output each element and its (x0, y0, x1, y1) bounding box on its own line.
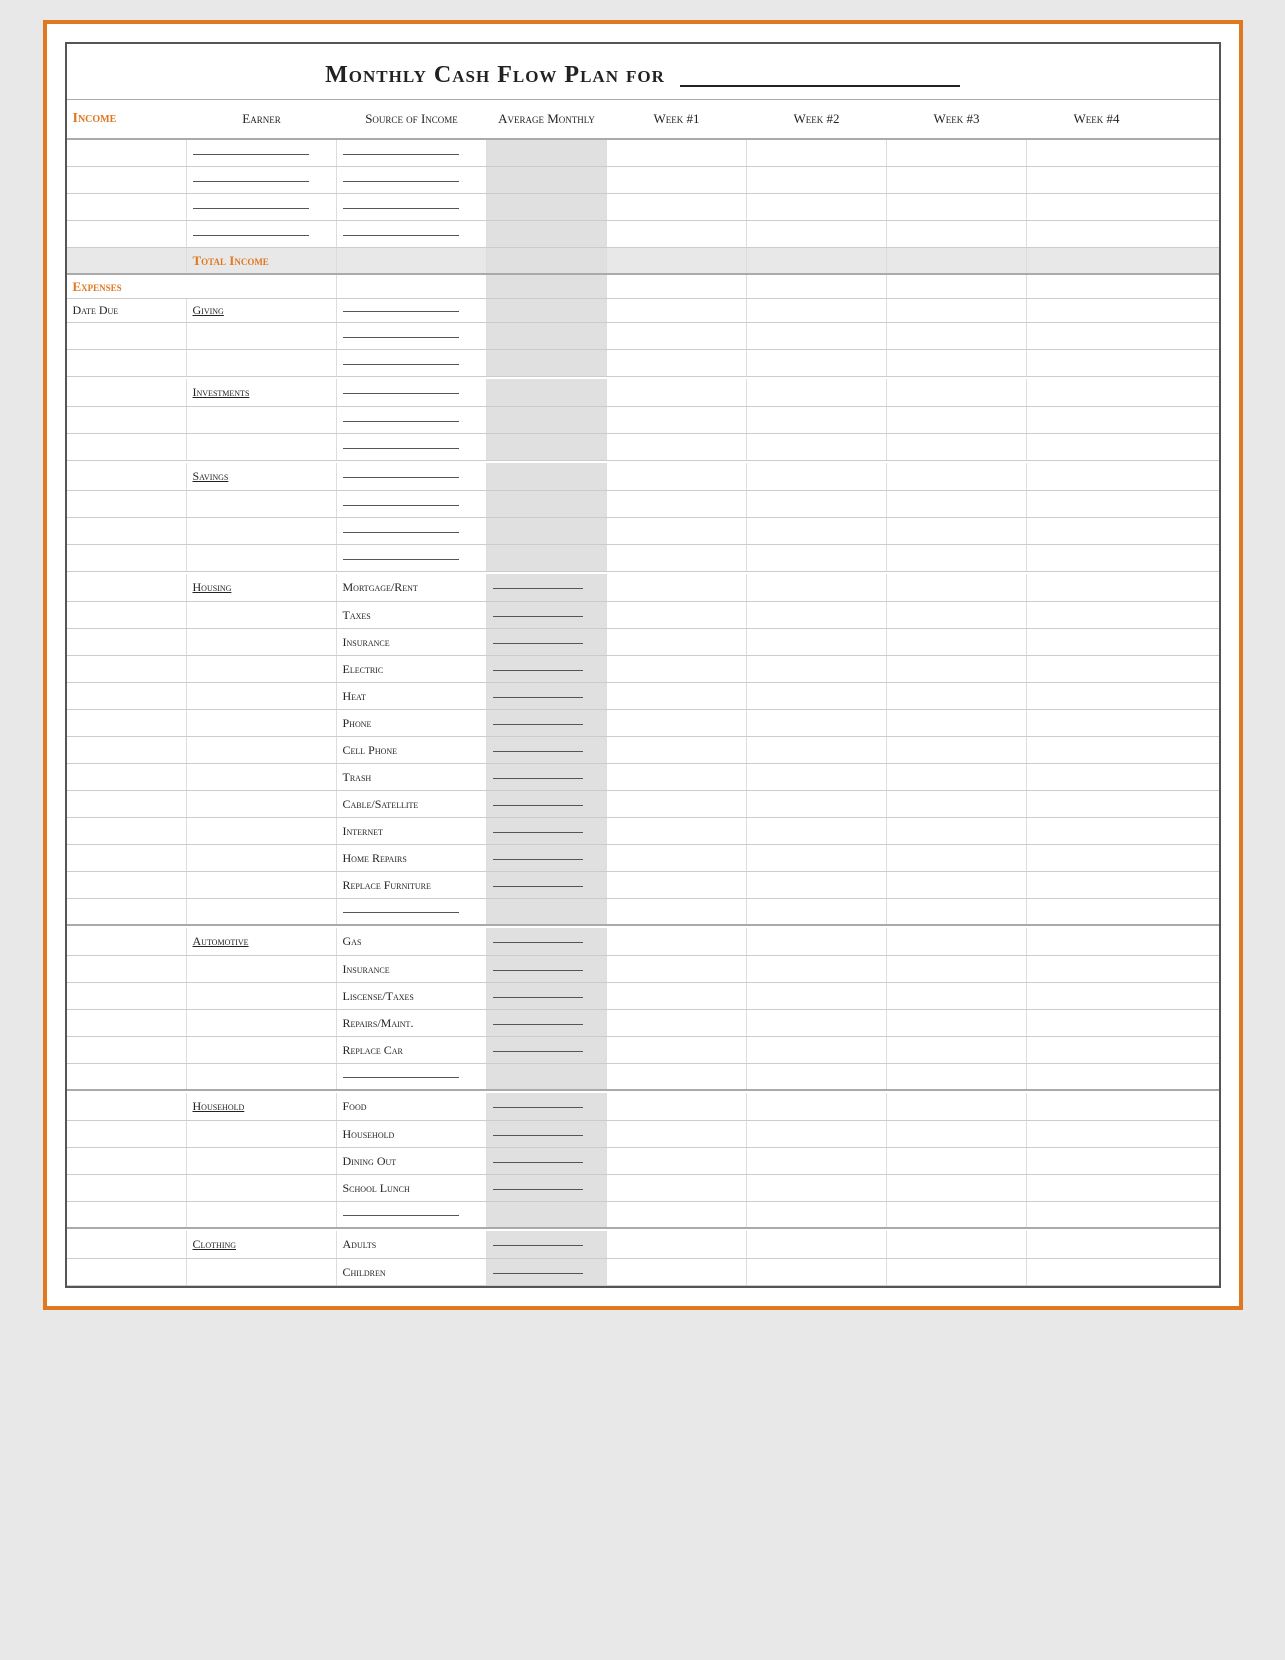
savings-label: Savings (193, 469, 229, 484)
automotive-blank-row (67, 1064, 1219, 1091)
housing-item-internet: Internet (343, 824, 383, 839)
housing-row-electric: Electric (67, 656, 1219, 683)
household-row-food: Household Food (67, 1093, 1219, 1121)
housing-item-electric: Electric (343, 662, 384, 677)
clothing-item-children: Children (343, 1265, 386, 1280)
housing-row-cellphone: Cell Phone (67, 737, 1219, 764)
income-col5 (607, 140, 747, 166)
housing-item-repairs: Home Repairs (343, 851, 407, 866)
header-week3: Week #3 (887, 106, 1027, 132)
savings-header-row: Savings (67, 463, 1219, 491)
income-row-3 (67, 194, 1219, 221)
title-underline (680, 58, 960, 87)
automotive-row-repairs: Repairs/Maint. (67, 1010, 1219, 1037)
household-item-dining: Dining Out (343, 1154, 397, 1169)
housing-item-furniture: Replace Furniture (343, 878, 431, 893)
household-blank-row (67, 1202, 1219, 1229)
header-week1: Week #1 (607, 106, 747, 132)
giving-label: Giving (193, 303, 224, 318)
household-label: Household (193, 1099, 245, 1114)
housing-row-furniture: Replace Furniture (67, 872, 1219, 899)
automotive-item-gas: Gas (343, 934, 362, 949)
income-col7 (887, 140, 1027, 166)
clothing-item-adults: Adults (343, 1237, 377, 1252)
automotive-item-insurance: Insurance (343, 962, 390, 977)
giving-header-row: Date Due Giving (67, 299, 1219, 323)
clothing-label: Clothing (193, 1237, 237, 1252)
automotive-row-insurance: Insurance (67, 956, 1219, 983)
housing-label: Housing (193, 580, 232, 595)
household-row-lunch: School Lunch (67, 1175, 1219, 1202)
housing-item-mortgage: Mortgage/Rent (343, 580, 418, 595)
savings-row-3 (67, 545, 1219, 572)
header-earner: Earner (187, 106, 337, 132)
income-col8 (1027, 140, 1167, 166)
income-col6 (747, 140, 887, 166)
automotive-row-replace: Replace Car (67, 1037, 1219, 1064)
investments-row-1 (67, 407, 1219, 434)
investments-label: Investments (193, 385, 250, 400)
investments-header-row: Investments (67, 379, 1219, 407)
total-income-label: Total Income (193, 253, 269, 269)
automotive-item-replace: Replace Car (343, 1043, 403, 1058)
housing-blank-row (67, 899, 1219, 926)
investments-row-2 (67, 434, 1219, 461)
housing-item-phone: Phone (343, 716, 372, 731)
housing-row-mortgage: Housing Mortgage/Rent (67, 574, 1219, 602)
income-row-2 (67, 167, 1219, 194)
header-income: Income (67, 106, 187, 132)
header-week2: Week #2 (747, 106, 887, 132)
automotive-item-license: Liscense/Taxes (343, 989, 414, 1004)
household-row-dining: Dining Out (67, 1148, 1219, 1175)
automotive-row-gas: Automotive Gas (67, 928, 1219, 956)
income-row-4 (67, 221, 1219, 248)
household-item-food: Food (343, 1099, 367, 1114)
header-source: Source of Income (337, 106, 487, 132)
income-col1 (67, 140, 187, 166)
clothing-row-adults: Clothing Adults (67, 1231, 1219, 1259)
income-col2 (187, 140, 337, 166)
savings-row-2 (67, 518, 1219, 545)
housing-row-insurance: Insurance (67, 629, 1219, 656)
housing-item-cable: Cable/Satellite (343, 797, 419, 812)
automotive-item-repairs: Repairs/Maint. (343, 1016, 414, 1031)
income-row-1 (67, 140, 1219, 167)
title-row: Monthly Cash Flow Plan for (67, 44, 1219, 100)
housing-row-internet: Internet (67, 818, 1219, 845)
header-avg: Average Monthly (487, 106, 607, 132)
automotive-row-license: Liscense/Taxes (67, 983, 1219, 1010)
header-week4: Week #4 (1027, 106, 1167, 132)
header-row: Income Earner Source of Income Average M… (67, 100, 1219, 140)
giving-row-2 (67, 350, 1219, 377)
page-title: Monthly Cash Flow Plan for (77, 58, 1209, 89)
clothing-row-children: Children (67, 1259, 1219, 1286)
housing-row-trash: Trash (67, 764, 1219, 791)
savings-row-1 (67, 491, 1219, 518)
expenses-label: Expenses (73, 279, 122, 295)
housing-item-taxes: Taxes (343, 608, 371, 623)
inner-border: Monthly Cash Flow Plan for Income Earner… (65, 42, 1221, 1288)
housing-row-taxes: Taxes (67, 602, 1219, 629)
household-item-household: Household (343, 1127, 395, 1142)
housing-row-cable: Cable/Satellite (67, 791, 1219, 818)
expenses-header-row: Expenses (67, 275, 1219, 299)
total-income-row: Total Income (67, 248, 1219, 275)
housing-row-heat: Heat (67, 683, 1219, 710)
income-col3 (337, 140, 487, 166)
outer-border: Monthly Cash Flow Plan for Income Earner… (43, 20, 1243, 1310)
household-item-lunch: School Lunch (343, 1181, 410, 1196)
income-col4 (487, 140, 607, 166)
housing-item-heat: Heat (343, 689, 366, 704)
giving-row-1 (67, 323, 1219, 350)
housing-row-phone: Phone (67, 710, 1219, 737)
automotive-label: Automotive (193, 934, 249, 949)
housing-item-insurance: Insurance (343, 635, 390, 650)
household-row-household: Household (67, 1121, 1219, 1148)
housing-item-cellphone: Cell Phone (343, 743, 398, 758)
housing-item-trash: Trash (343, 770, 372, 785)
housing-row-repairs: Home Repairs (67, 845, 1219, 872)
date-due-label: Date Due (73, 303, 119, 318)
